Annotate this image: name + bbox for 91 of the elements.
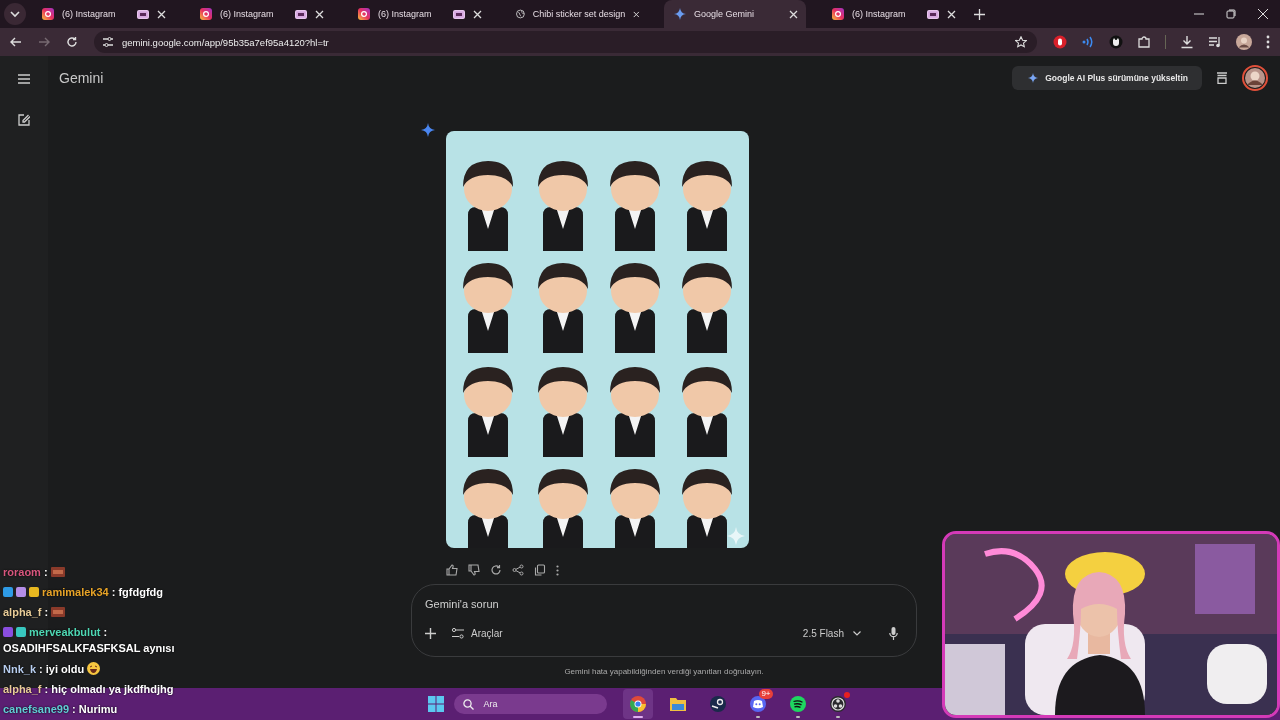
forward-icon[interactable] xyxy=(38,36,50,48)
model-picker[interactable]: 2.5 Flash xyxy=(802,628,861,639)
reload-icon[interactable] xyxy=(66,36,78,48)
menu-icon[interactable] xyxy=(18,74,30,84)
picture-in-picture-icon[interactable] xyxy=(927,9,939,19)
chat-message: : iyi oldu xyxy=(39,662,85,675)
close-icon[interactable] xyxy=(1258,9,1268,19)
media-control-icon[interactable] xyxy=(1208,35,1222,49)
instagram-icon xyxy=(832,8,844,20)
close-icon[interactable] xyxy=(789,9,798,19)
chat-message: : Nurimu xyxy=(72,702,118,715)
spotify-icon xyxy=(789,696,806,712)
thumbs-up-icon[interactable] xyxy=(446,564,458,576)
signal-waves-icon[interactable] xyxy=(1081,35,1095,49)
browser-tab[interactable]: (6) Instagram xyxy=(348,0,490,28)
profile-avatar[interactable] xyxy=(1236,34,1252,50)
picture-in-picture-icon[interactable] xyxy=(295,9,307,19)
sliders-icon xyxy=(452,628,464,639)
browser-tab[interactable]: (6) Instagram xyxy=(822,0,964,28)
search-icon xyxy=(462,698,474,710)
browser-tab[interactable]: (6) Instagram xyxy=(190,0,332,28)
gemini-sparkle-icon xyxy=(421,123,435,137)
site-settings-icon[interactable] xyxy=(102,36,114,48)
add-icon[interactable] xyxy=(425,628,436,639)
restore-icon[interactable] xyxy=(1226,9,1236,19)
thumbs-down-icon[interactable] xyxy=(468,564,480,576)
close-icon[interactable] xyxy=(633,9,640,19)
account-avatar[interactable] xyxy=(1242,65,1268,91)
close-icon[interactable] xyxy=(157,9,166,19)
taskbar-search[interactable]: Ara xyxy=(453,694,607,714)
more-icon[interactable] xyxy=(556,564,559,576)
close-icon[interactable] xyxy=(315,9,324,19)
chat-username: roraom xyxy=(3,565,41,578)
sparkle-icon xyxy=(674,8,686,20)
download-icon[interactable] xyxy=(1180,35,1194,49)
windows-start-icon[interactable] xyxy=(427,696,444,712)
laughing-emoji-icon xyxy=(87,662,101,675)
chat-username: canefsane99 xyxy=(3,702,70,715)
emote-icon xyxy=(51,606,66,617)
chat-username: merveakbulut xyxy=(29,625,101,638)
disclaimer-text: Gemini hata yapabildiğinden verdiği yanıtları doğrulayın. xyxy=(563,667,765,676)
upgrade-button[interactable]: Google AI Plus sürümüne yükseltin xyxy=(1012,66,1202,90)
chat-username: alpha_f xyxy=(3,682,42,695)
sparkle-icon xyxy=(1028,73,1039,83)
chat-message: : xyxy=(103,625,108,638)
more-menu-icon[interactable] xyxy=(1266,35,1270,49)
instagram-icon xyxy=(42,8,54,20)
chat-username: alpha_f xyxy=(3,605,42,618)
globe-icon xyxy=(516,8,525,20)
chat-username: ramimalek34 xyxy=(42,585,109,598)
emote-icon xyxy=(50,566,65,577)
chevron-down-icon xyxy=(853,631,861,636)
new-chat-icon[interactable] xyxy=(18,114,30,126)
chat-message: OSADIHFSALKFASFKSAL aynısı xyxy=(3,641,176,656)
picture-in-picture-icon[interactable] xyxy=(453,9,465,19)
taskbar-app-button[interactable] xyxy=(622,689,653,719)
share-icon[interactable] xyxy=(512,564,524,576)
prompt-box[interactable]: Gemini'a sorun Araçlar 2.5 Flash xyxy=(411,584,917,657)
chat-message: : hiç olmadı ya jkdfhdjhg xyxy=(44,682,174,695)
microphone-icon[interactable] xyxy=(889,627,898,640)
chat-message: : fgfdgfdg xyxy=(111,585,163,598)
instagram-icon xyxy=(358,8,370,20)
picture-in-picture-icon[interactable] xyxy=(137,9,149,19)
browser-tab[interactable]: Google Gemini xyxy=(664,0,806,28)
puzzle-icon[interactable] xyxy=(1137,35,1151,49)
close-icon[interactable] xyxy=(947,9,956,19)
folder-icon xyxy=(669,697,686,711)
taskbar-app-button[interactable]: 9+ xyxy=(742,689,773,719)
discord-icon xyxy=(749,696,766,712)
copy-icon[interactable] xyxy=(534,564,546,576)
chat-message: : xyxy=(44,605,49,618)
tab-list-icon[interactable] xyxy=(4,3,26,25)
notification-count: 9+ xyxy=(759,689,773,699)
instagram-icon xyxy=(200,8,212,20)
cat-icon[interactable] xyxy=(1109,35,1123,49)
browser-tab[interactable]: (6) Instagram xyxy=(32,0,174,28)
obs-icon xyxy=(829,696,846,712)
archive-icon[interactable] xyxy=(1216,72,1228,84)
back-icon[interactable] xyxy=(10,36,22,48)
alert-dot xyxy=(843,692,850,698)
tools-button[interactable]: Araçlar xyxy=(452,628,503,639)
regenerate-icon[interactable] xyxy=(490,564,502,576)
chrome-icon xyxy=(629,696,646,712)
app-title: Gemini xyxy=(59,70,104,86)
chat-message: : xyxy=(43,565,48,578)
chat-username: Nnk_k xyxy=(3,662,37,675)
new-tab-icon[interactable] xyxy=(974,8,985,20)
browser-tab[interactable]: Chibi sticker set design xyxy=(506,0,648,28)
close-icon[interactable] xyxy=(473,9,482,19)
address-bar[interactable]: gemini.google.com/app/95b35a7ef95a4120?hl=tr xyxy=(94,31,1037,53)
star-icon[interactable] xyxy=(1015,36,1027,48)
